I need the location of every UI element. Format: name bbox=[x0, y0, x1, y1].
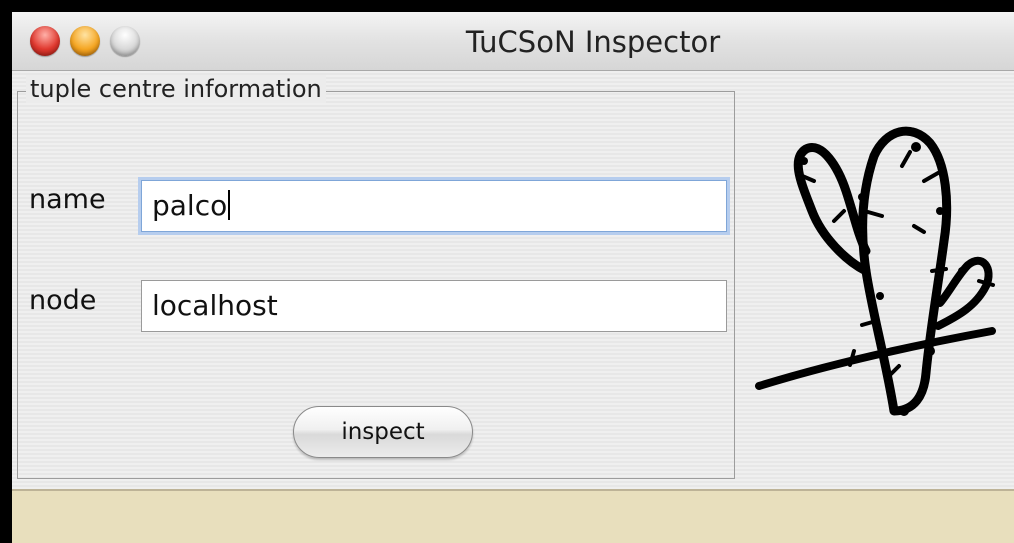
node-value: localhost bbox=[152, 289, 278, 322]
main-panel: name palco node localhost inspect tuple … bbox=[12, 71, 1014, 489]
tuple-centre-group: name palco node localhost inspect bbox=[17, 91, 735, 479]
name-input[interactable]: palco bbox=[141, 180, 727, 232]
name-label: name bbox=[29, 184, 106, 215]
cactus-icon bbox=[755, 126, 996, 416]
inspect-button[interactable]: inspect bbox=[293, 406, 473, 458]
status-bar bbox=[12, 489, 1014, 543]
node-label: node bbox=[29, 285, 97, 316]
node-input[interactable]: localhost bbox=[141, 280, 727, 332]
name-value: palco bbox=[152, 189, 228, 222]
inspector-window: TuCSoN Inspector name palco node localho… bbox=[12, 12, 1014, 543]
window-title: TuCSoN Inspector bbox=[465, 25, 721, 59]
text-caret bbox=[228, 190, 231, 220]
title-bar[interactable]: TuCSoN Inspector bbox=[12, 12, 1014, 71]
group-legend: tuple centre information bbox=[26, 75, 326, 103]
